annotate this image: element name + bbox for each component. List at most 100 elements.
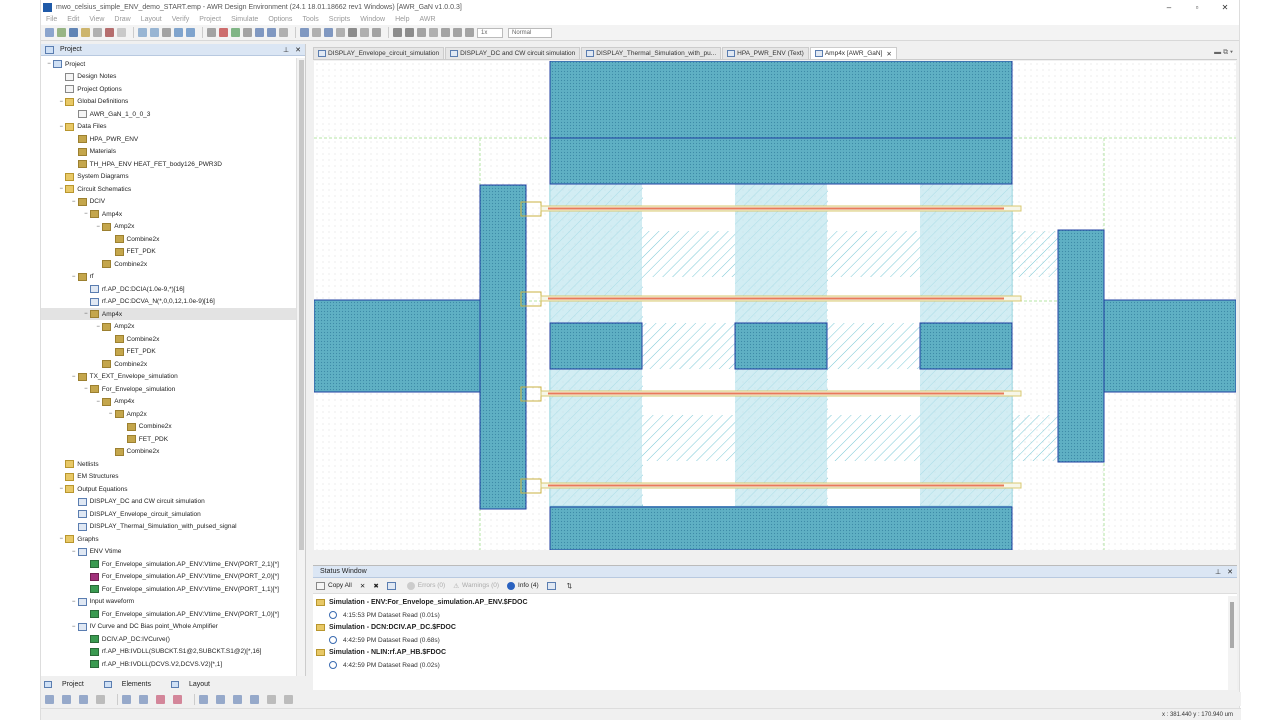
tree-item[interactable]: For_Envelope_simulation.AP_ENV:Vtime_ENV… [41, 558, 297, 570]
menu-item[interactable]: Draw [114, 16, 130, 23]
drain-bus-lower[interactable] [549, 137, 1013, 185]
zoom-combo[interactable]: 1x [477, 27, 503, 38]
status-message[interactable]: Simulation - NLIN:rf.AP_HB.$FDOC [313, 646, 1227, 659]
clear-button[interactable]: ✕ [360, 582, 365, 590]
toolbar-button-icon[interactable] [372, 28, 381, 37]
menu-item[interactable]: Edit [67, 16, 79, 23]
panel-close-icon[interactable]: ✕ [295, 46, 301, 54]
drain-bus-top[interactable] [549, 61, 1013, 139]
collapse-toggle-icon[interactable]: − [82, 386, 90, 392]
tree-item[interactable]: − Amp4x [41, 208, 297, 220]
toolbar-button-icon[interactable] [150, 28, 159, 37]
document-tab[interactable]: DISPLAY_Envelope_circuit_simulation [313, 47, 445, 59]
mode-combo[interactable]: Normal [508, 27, 552, 38]
tab-close-icon[interactable]: ✕ [886, 50, 891, 58]
tree-item[interactable]: rf.AP_DC:DCVA_N(*,0,0,12,1.0e-9)[16] [41, 296, 297, 308]
toolbar-button-icon[interactable] [105, 28, 114, 37]
toolbar-button-icon[interactable] [429, 28, 438, 37]
collapse-toggle-icon[interactable]: − [94, 324, 102, 330]
menu-item[interactable]: Project [199, 16, 221, 23]
pin-icon[interactable]: ⊥ [283, 46, 289, 54]
layout-tool-icon[interactable] [139, 694, 148, 704]
menu-item[interactable]: Window [360, 16, 385, 23]
tree-item[interactable]: Combine2x [41, 333, 297, 345]
toolbar-button-icon[interactable] [138, 28, 147, 37]
menu-item[interactable]: Simulate [231, 16, 258, 23]
tree-item[interactable]: − DCIV [41, 196, 297, 208]
toolbar-button-icon[interactable] [57, 28, 66, 37]
expand-button[interactable] [546, 581, 559, 590]
toolbar-button-icon[interactable] [174, 28, 183, 37]
layout-canvas[interactable] [314, 61, 1236, 550]
tree-item[interactable]: − rf [41, 271, 297, 283]
tree-item[interactable]: − Input waveform [41, 596, 297, 608]
tree-item[interactable]: − TX_EXT_Envelope_simulation [41, 371, 297, 383]
toolbar-button-icon[interactable] [300, 28, 309, 37]
document-tab[interactable]: HPA_PWR_ENV (Text) [722, 47, 809, 59]
layout-tool-icon[interactable] [267, 694, 276, 704]
warnings-filter[interactable]: ⚠ Warnings (0) [453, 582, 499, 590]
collapse-toggle-icon[interactable]: − [82, 211, 90, 217]
output-feed[interactable] [1103, 299, 1236, 393]
tree-item[interactable]: − Global Definitions [41, 96, 297, 108]
scroll-thumb[interactable] [299, 60, 304, 550]
tree-item[interactable]: − Circuit Schematics [41, 183, 297, 195]
tab-controls[interactable]: ▬ ⧉ ▾ [1210, 47, 1237, 59]
toolbar-button-icon[interactable] [405, 28, 414, 37]
layout-tool-icon[interactable] [284, 694, 293, 704]
collapse-toggle-icon[interactable]: − [45, 61, 53, 67]
collapse-toggle-icon[interactable]: − [57, 186, 65, 192]
tree-item[interactable]: Design Notes [41, 71, 297, 83]
menu-item[interactable]: File [46, 16, 57, 23]
status-scrollbar[interactable] [1228, 596, 1237, 690]
collapse-toggle-icon[interactable]: − [94, 399, 102, 405]
tree-item[interactable]: FET_PDK [41, 433, 297, 445]
toolbar-button-icon[interactable] [465, 28, 474, 37]
collapse-button[interactable]: ⇅ [567, 582, 572, 590]
document-tab[interactable]: Amp4x [AWR_GaN] ✕ [809, 47, 897, 59]
tree-item[interactable]: Project Options [41, 83, 297, 95]
toolbar-button-icon[interactable] [231, 28, 240, 37]
layout-tool-icon[interactable] [62, 694, 71, 704]
tree-item[interactable]: − ENV Vtime [41, 546, 297, 558]
collapse-toggle-icon[interactable]: − [70, 599, 78, 605]
menu-item[interactable]: Layout [141, 16, 162, 23]
layout-drawing[interactable] [314, 61, 1236, 550]
toolbar-button-icon[interactable] [453, 28, 462, 37]
toolbar-button-icon[interactable] [324, 28, 333, 37]
errors-filter[interactable]: Errors (0) [406, 581, 445, 590]
tree-item[interactable]: − Amp4x [41, 396, 297, 408]
minimize-button[interactable]: – [1155, 3, 1183, 12]
panel-tab[interactable]: Elements [103, 680, 161, 688]
toolbar-button-icon[interactable] [186, 28, 195, 37]
collapse-toggle-icon[interactable]: − [94, 224, 102, 230]
copy-all-button[interactable]: Copy All [316, 581, 352, 590]
toolbar-button-icon[interactable] [69, 28, 78, 37]
panel-tab[interactable]: Layout [170, 680, 220, 688]
layout-tool-icon[interactable] [250, 694, 259, 704]
clear-all-button[interactable]: ✖ [373, 582, 378, 590]
toolbar-button-icon[interactable] [162, 28, 171, 37]
tree-item[interactable]: rf.AP_DC:DCIA(1.0e-9,*)[16] [41, 283, 297, 295]
tree-item[interactable]: rf.AP_HB:IVDLL(SUBCKT.S1@2,SUBCKT.S1@2)[… [41, 646, 297, 658]
toolbar-button-icon[interactable] [393, 28, 402, 37]
tree-item[interactable]: − Output Equations [41, 483, 297, 495]
drain-manifold[interactable] [1057, 229, 1105, 463]
toolbar-button-icon[interactable] [336, 28, 345, 37]
menu-item[interactable]: Help [395, 16, 409, 23]
tree-item[interactable]: DISPLAY_DC and CW circuit simulation [41, 496, 297, 508]
menu-item[interactable]: Options [268, 16, 292, 23]
tree-item[interactable]: FET_PDK [41, 346, 297, 358]
filter-button[interactable] [386, 581, 399, 590]
tree-item[interactable]: EM Structures [41, 471, 297, 483]
menu-item[interactable]: Verify [172, 16, 190, 23]
tree-item[interactable]: − Amp2x [41, 321, 297, 333]
toolbar-button-icon[interactable] [219, 28, 228, 37]
toolbar-button-icon[interactable] [417, 28, 426, 37]
tree-item[interactable]: DISPLAY_Envelope_circuit_simulation [41, 508, 297, 520]
tree-item[interactable]: rf.AP_HB:IVDLL(DCVS.V2,DCVS.V2)[*,1] [41, 658, 297, 670]
status-message[interactable]: Simulation - ENV:For_Envelope_simulation… [313, 596, 1227, 609]
panel-tab[interactable]: Project [44, 680, 94, 688]
input-feed[interactable] [314, 299, 481, 393]
collapse-toggle-icon[interactable]: − [57, 536, 65, 542]
